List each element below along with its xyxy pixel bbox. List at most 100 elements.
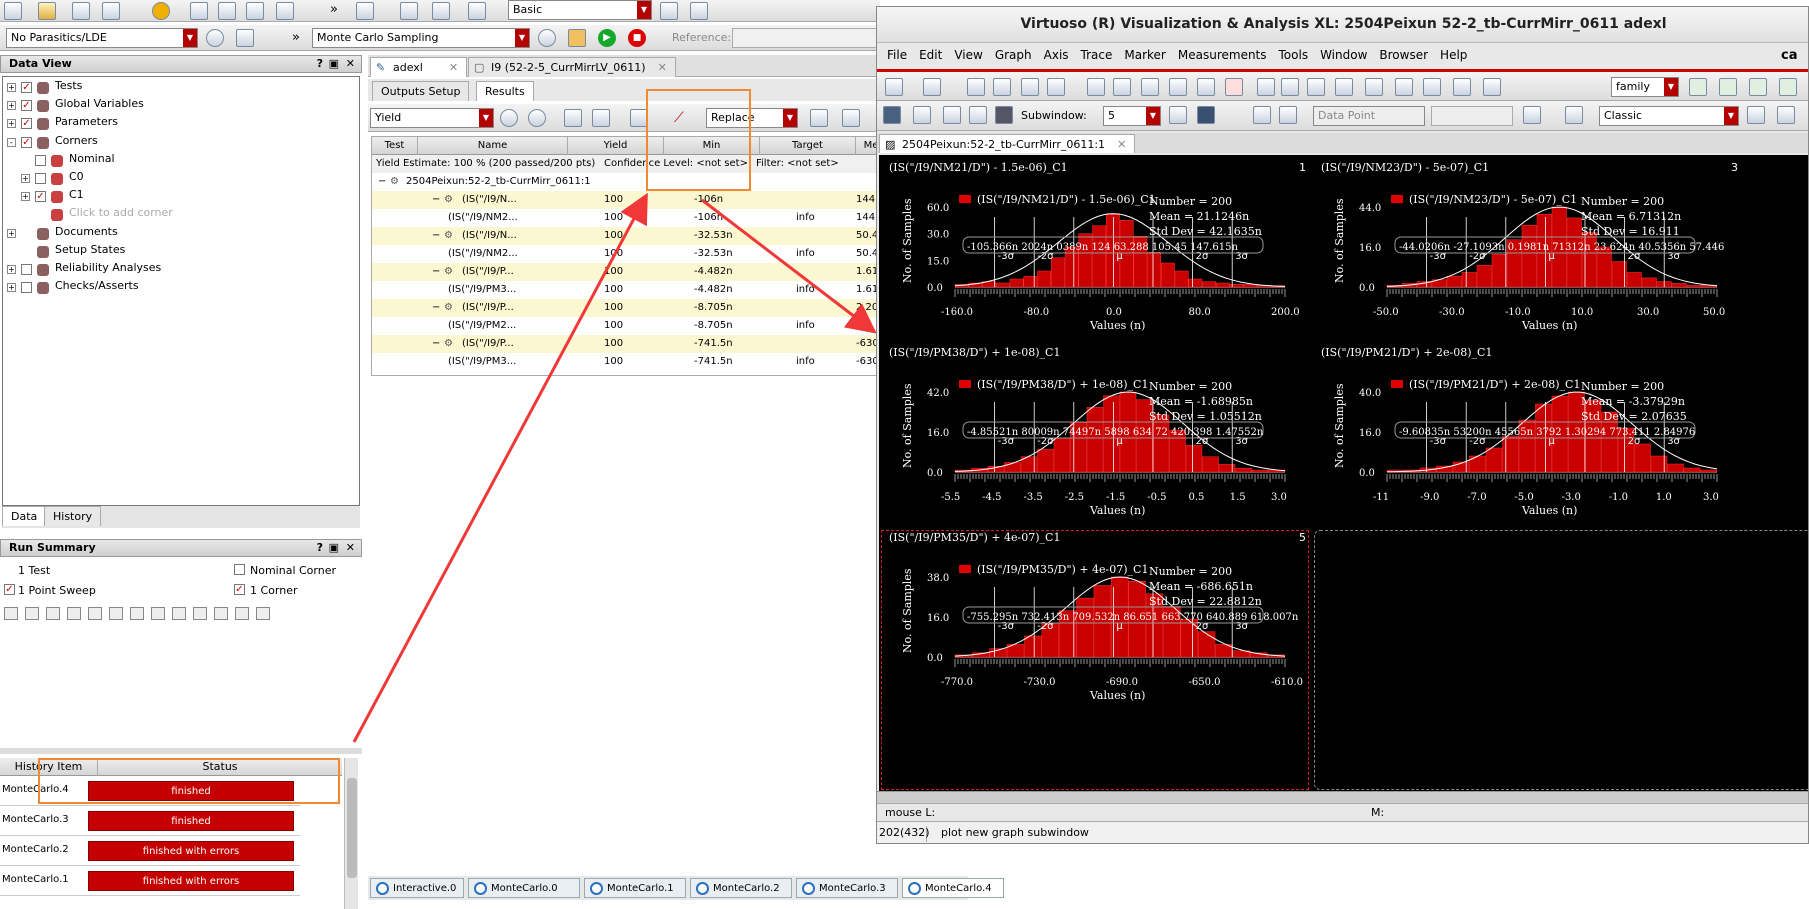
layout-icon[interactable] [1719,78,1737,96]
zoom-box-icon[interactable] [1395,78,1413,96]
menu-item[interactable]: Edit [919,48,942,62]
zoom-in-icon[interactable] [1307,78,1325,96]
menu-item[interactable]: Tools [1279,48,1309,62]
undo-icon[interactable] [1087,78,1105,96]
y-tick-label: 16.0 [1359,243,1381,254]
open-icon[interactable] [967,78,985,96]
brand: ca [1781,48,1798,63]
x-axis-label: Values (n) [1521,319,1577,332]
y-axis-label: No. of Samples [901,383,914,468]
chevron-down-icon: ▼ [1724,107,1738,125]
pointer-icon[interactable] [883,106,901,124]
menu-item[interactable]: File [887,48,907,62]
y-tick-label: 0.0 [1359,283,1375,294]
histogram-bar [1037,270,1051,288]
subwindow-index: 3 [1731,161,1738,174]
chevron-down-icon: ▼ [1146,107,1160,125]
menu-item[interactable]: Graph [995,48,1032,62]
histogram-bar [1188,278,1203,288]
data-point-input[interactable] [1431,106,1513,126]
x-tick-label: -4.5 [982,492,1001,503]
tab-viva-results[interactable]: ▨ 2504Peixun:52-2_tb-CurrMirr_0611:1 ✕ [879,134,1136,153]
print-icon[interactable] [1021,78,1039,96]
histogram-subwindow[interactable]: (IS("/I9/PM21/D") + 2e-08)_C1 40.0 16.0 0.0… [1321,346,1719,517]
window-icon[interactable] [923,78,941,96]
forward-icon[interactable] [1279,106,1297,124]
stat-line: Number = 200 [1581,195,1664,208]
histogram-subwindow[interactable]: (IS("/I9/NM23/D") - 5e-07)_C1 3 44.0 16.0 0.… [1321,161,1738,332]
graph-icon: ▨ [885,138,896,151]
histogram-bar [1521,224,1537,288]
menu-item[interactable]: Marker [1124,48,1165,62]
grid-icon[interactable] [995,106,1013,124]
zoom-fit-icon[interactable] [1257,78,1275,96]
menu-item[interactable]: Trace [1081,48,1113,62]
histogram-bar [1202,281,1216,288]
layout-icon[interactable] [1689,78,1707,96]
close-window-icon[interactable] [1777,106,1795,124]
layout-icon[interactable] [1749,78,1767,96]
x-tick-label: -160.0 [941,307,973,318]
menu-item[interactable]: Window [1320,48,1367,62]
print-icon[interactable] [1747,106,1765,124]
family-select[interactable]: family ▼ [1611,77,1679,97]
legend-label: (IS("/I9/PM21/D") + 2e-08)_C1 [1409,378,1580,391]
subwindow-index: 1 [1299,161,1306,174]
stat-line: Number = 200 [1149,195,1232,208]
viva-window: Virtuoso (R) Visualization & Analysis XL… [876,6,1809,844]
menu-item[interactable]: Measurements [1178,48,1267,62]
subwindow-select[interactable]: 5 ▼ [1103,106,1161,126]
histogram-bar [1671,283,1687,288]
menu-item[interactable]: Axis [1044,48,1069,62]
legend-swatch [1391,195,1403,203]
zoom-out-icon[interactable] [1335,78,1353,96]
paste-icon[interactable] [1197,78,1215,96]
new-graph-icon[interactable] [885,78,903,96]
menu-item[interactable]: View [954,48,982,62]
close-icon[interactable]: ✕ [1117,138,1126,151]
palette-icon[interactable] [913,106,931,124]
zoom-icon[interactable] [1281,78,1299,96]
arrow-history-to-min [352,192,648,743]
histogram-bar [1251,469,1269,473]
waveform-icon[interactable] [1047,78,1065,96]
zoom-y-icon[interactable] [1423,78,1441,96]
delete-icon[interactable] [1225,78,1243,96]
data-point-select[interactable]: Data Point [1313,106,1425,126]
stat-line: Mean = 21.1246n [1149,210,1249,223]
flag-icon[interactable] [1169,106,1187,124]
histogram-subwindow[interactable]: (IS("/I9/PM38/D") + 1e-08)_C1 42.0 16.0 0.0… [889,346,1287,517]
calc-icon[interactable] [1565,106,1583,124]
histogram-icon[interactable] [1523,106,1541,124]
x-tick-label: -50.0 [1373,307,1399,318]
style-select[interactable]: Classic ▼ [1599,106,1739,126]
viva-titlebar: Virtuoso (R) Visualization & Analysis XL… [877,7,1808,43]
marker-icon[interactable] [1197,106,1215,124]
status-message: plot new graph subwindow [941,826,1089,839]
legend-label: (IS("/I9/PM38/D") + 1e-08)_C1 [977,378,1148,391]
zoom-x-icon[interactable] [1365,78,1383,96]
x-tick-label: 3.0 [1271,492,1287,503]
histogram-bar [1461,272,1477,288]
histogram-subwindow[interactable]: (IS("/I9/NM21/D") - 1.5e-06)_C1 1 60.0 30.0… [889,161,1306,332]
menu-item[interactable]: Browser [1379,48,1428,62]
y-tick-label: 30.0 [927,230,949,241]
redo-icon[interactable] [1113,78,1131,96]
x-tick-label: -5.5 [941,492,960,503]
stat-line: Mean = -3.37929n [1581,395,1685,408]
cut-icon[interactable] [1141,78,1159,96]
menu-item[interactable]: Help [1440,48,1467,62]
legend-label: (IS("/I9/NM23/D") - 5e-07)_C1 [1409,193,1577,206]
h-scrollbar[interactable] [877,791,1808,803]
save-icon[interactable] [993,78,1011,96]
x-tick-label: -11 [1373,492,1389,503]
back-icon[interactable] [1253,106,1271,124]
layout-icon[interactable] [1779,78,1797,96]
fit-icon[interactable] [1483,78,1501,96]
empty-subwindow[interactable] [1314,530,1808,790]
split-icon[interactable] [969,106,987,124]
copy-icon[interactable] [1169,78,1187,96]
zoom-xy-icon[interactable] [1453,78,1471,96]
x-tick-label: -5.0 [1514,492,1533,503]
strip-icon[interactable] [943,106,961,124]
